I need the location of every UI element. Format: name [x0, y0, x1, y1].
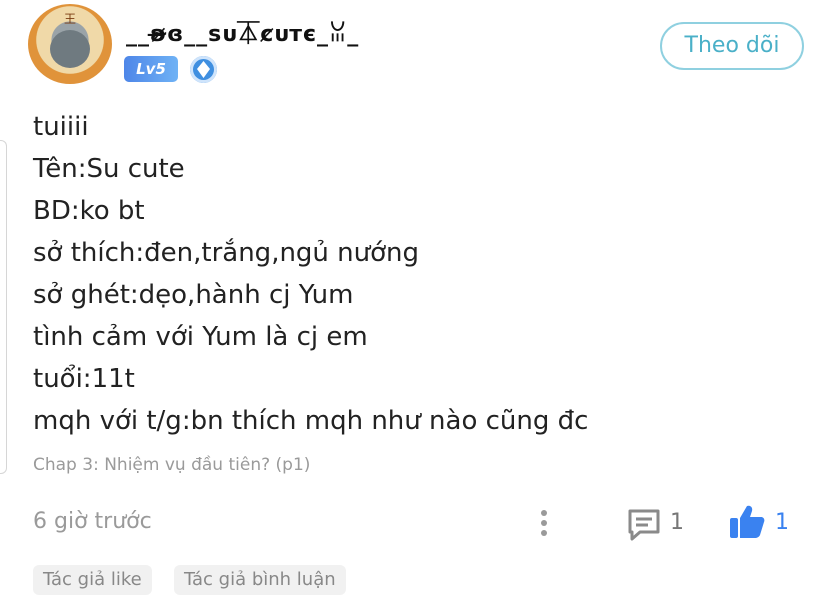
- username[interactable]: __ʚ̴̶̷ɞ__ꜱᴜ⏄ȼᴜᴛє_ꈍ_: [126, 16, 359, 48]
- more-icon[interactable]: [537, 510, 551, 540]
- level-badge: Lv5: [124, 56, 178, 82]
- rank-icon: [190, 56, 217, 83]
- post-line: tuiiii: [33, 112, 89, 142]
- post-line: BD:ko bt: [33, 196, 145, 226]
- like-icon[interactable]: [728, 504, 766, 540]
- like-count: 1: [775, 510, 789, 535]
- quote-divider: [0, 140, 7, 474]
- post-line: sở thích:đen,trắng,ngủ nướng: [33, 238, 420, 268]
- post-line: mqh với t/g:bn thích mqh như nào cũng đc: [33, 406, 589, 436]
- comment-icon[interactable]: [626, 508, 662, 542]
- post-line: sở ghét:dẹo,hành cj Yum: [33, 280, 354, 310]
- post-line: tuổi:11t: [33, 364, 135, 394]
- post-content: tuiiii Tên:Su cute BD:ko bt sở thích:đen…: [33, 106, 588, 442]
- tag-author-like: Tác giả like: [33, 565, 152, 595]
- post-line: tình cảm với Yum là cj em: [33, 322, 368, 352]
- avatar-image: [50, 30, 90, 68]
- chapter-link[interactable]: Chap 3: Nhiệm vụ đầu tiên? (p1): [33, 455, 310, 475]
- follow-button[interactable]: Theo dõi: [660, 22, 804, 70]
- avatar-mark-icon: 王: [64, 12, 77, 26]
- post-line: Tên:Su cute: [33, 154, 185, 184]
- tag-author-comment: Tác giả bình luận: [174, 565, 346, 595]
- avatar[interactable]: 王: [28, 4, 112, 84]
- timestamp: 6 giờ trước: [33, 509, 152, 534]
- comment-count: 1: [670, 510, 684, 535]
